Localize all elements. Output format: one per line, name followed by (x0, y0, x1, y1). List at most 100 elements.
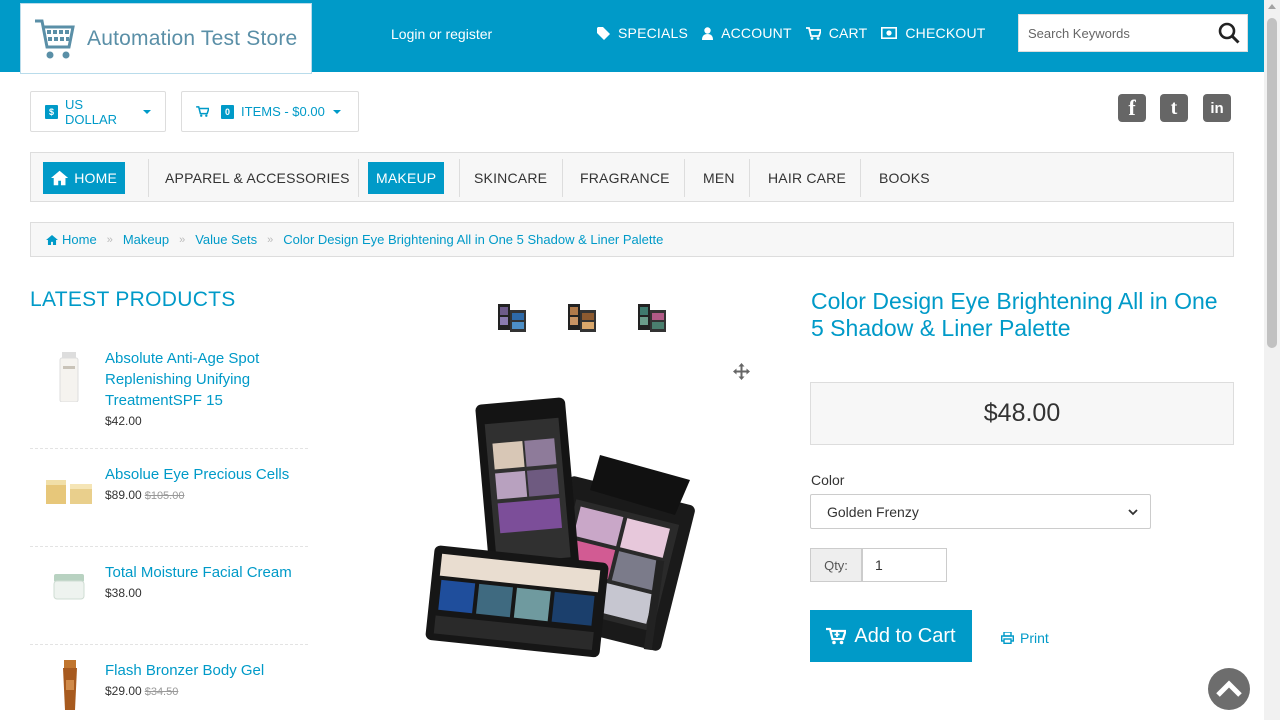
old-price: $34.50 (144, 686, 179, 698)
product-thumbnail[interactable] (60, 660, 80, 710)
chevron-down-icon (332, 109, 341, 114)
product-price: $29.00 $34.50 (105, 684, 178, 698)
nav-divider (358, 159, 359, 197)
search-input[interactable] (1019, 25, 1211, 41)
nav-divider (684, 159, 685, 197)
cart-label: CART (828, 25, 868, 41)
search-button[interactable] (1211, 15, 1247, 51)
nav-divider (749, 159, 750, 197)
print-link[interactable]: Print (1001, 630, 1049, 646)
chevron-down-icon (143, 109, 151, 114)
nav-apparel[interactable]: APPAREL & ACCESSORIES (165, 162, 350, 194)
quantity-input[interactable]: 1 (862, 548, 947, 582)
nav-hair-care[interactable]: HAIR CARE (768, 162, 846, 194)
product-thumbnail-1[interactable] (496, 302, 528, 336)
color-select[interactable]: Golden Frenzy (810, 494, 1151, 529)
breadcrumb: Home » Makeup » Value Sets » Color Desig… (30, 222, 1234, 257)
nav-home-label: HOME (74, 170, 117, 186)
nav-books[interactable]: BOOKS (879, 162, 930, 194)
move-arrows-icon[interactable] (733, 363, 750, 380)
list-item[interactable]: Total Moisture Facial Cream $38.00 (30, 562, 308, 642)
add-to-cart-button[interactable]: Add to Cart (810, 610, 972, 662)
product-price-box: $48.00 (810, 382, 1234, 445)
currency-dropdown[interactable]: $ US DOLLAR (30, 91, 166, 132)
specials-link[interactable]: SPECIALS (597, 25, 688, 41)
current-price: $89.00 (105, 488, 142, 502)
nav-divider (148, 159, 149, 197)
latest-products-title: LATEST PRODUCTS (30, 288, 236, 311)
current-price: $29.00 (105, 684, 142, 698)
product-price: $42.00 (105, 414, 142, 428)
chevron-right-icon: » (267, 233, 274, 246)
product-thumbnail[interactable] (44, 474, 96, 506)
list-item[interactable]: Absolue Eye Precious Cells $89.00 $105.00 (30, 464, 308, 544)
print-icon (1001, 632, 1014, 644)
checkout-link[interactable]: CHECKOUT (881, 25, 985, 41)
product-name-link[interactable]: Absolute Anti-Age Spot Replenishing Unif… (105, 348, 305, 411)
chevron-up-icon (1216, 680, 1242, 697)
list-item[interactable]: Flash Bronzer Body Gel $29.00 $34.50 (30, 660, 308, 720)
product-thumbnail-2[interactable] (566, 302, 598, 336)
product-main-image[interactable] (420, 395, 720, 685)
cart-summary-label: ITEMS - $0.00 (241, 104, 325, 119)
cart-dropdown[interactable]: 0 ITEMS - $0.00 (181, 91, 359, 132)
nav-men[interactable]: MEN (703, 162, 735, 194)
product-name-link[interactable]: Total Moisture Facial Cream (105, 562, 305, 583)
store-logo[interactable]: Automation Test Store (20, 3, 312, 74)
breadcrumb-current[interactable]: Color Design Eye Brightening All in One … (283, 232, 663, 247)
product-thumbnail[interactable] (54, 352, 84, 402)
cart-count-badge: 0 (221, 104, 235, 119)
nav-divider (860, 159, 861, 197)
product-thumbnail-3[interactable] (636, 302, 668, 336)
search-icon (1218, 22, 1240, 44)
nav-skincare[interactable]: SKINCARE (474, 162, 547, 194)
nav-home[interactable]: HOME (43, 162, 125, 194)
store-name: Automation Test Store (87, 26, 298, 50)
breadcrumb-makeup[interactable]: Makeup (123, 232, 169, 247)
color-label: Color (811, 472, 845, 488)
cart-link[interactable]: CART (805, 25, 868, 41)
login-register-link[interactable]: Login or register (391, 26, 492, 42)
chevron-down-icon (1128, 509, 1138, 516)
nav-divider (459, 159, 460, 197)
scroll-to-top-button[interactable] (1208, 668, 1250, 710)
chevron-right-icon: » (106, 233, 113, 246)
product-price: $38.00 (105, 586, 142, 600)
scroll-up-arrow-icon[interactable] (1268, 4, 1276, 9)
user-icon (702, 26, 714, 40)
list-divider (30, 644, 308, 645)
scrollbar-thumb[interactable] (1267, 18, 1277, 348)
twitter-icon[interactable]: t (1160, 94, 1188, 122)
nav-fragrance[interactable]: FRAGRANCE (580, 162, 670, 194)
color-select-value: Golden Frenzy (827, 503, 919, 520)
linkedin-icon[interactable]: in (1203, 94, 1231, 122)
product-price: $48.00 (983, 399, 1061, 427)
facebook-icon[interactable]: f (1118, 94, 1146, 122)
list-divider (30, 448, 308, 449)
nav-makeup[interactable]: MAKEUP (368, 162, 445, 194)
product-title: Color Design Eye Brightening All in One … (811, 288, 1218, 341)
currency-label: US DOLLAR (65, 96, 118, 127)
nav-divider (562, 159, 563, 197)
currency-symbol-badge: $ (45, 104, 59, 119)
qty-label: Qty: (810, 548, 862, 582)
page-scrollbar[interactable] (1264, 0, 1280, 720)
breadcrumb-home-label: Home (62, 232, 97, 247)
product-name-link[interactable]: Absolue Eye Precious Cells (105, 464, 305, 485)
account-label: ACCOUNT (721, 25, 792, 41)
list-item[interactable]: Absolute Anti-Age Spot Replenishing Unif… (30, 348, 308, 448)
product-name-link[interactable]: Flash Bronzer Body Gel (105, 660, 305, 681)
cart-plus-icon (826, 627, 847, 645)
product-price: $89.00 $105.00 (105, 488, 184, 502)
account-link[interactable]: ACCOUNT (702, 25, 792, 41)
print-label: Print (1020, 630, 1049, 646)
breadcrumb-value-sets[interactable]: Value Sets (195, 232, 257, 247)
product-thumbnail[interactable] (52, 568, 86, 602)
add-to-cart-label: Add to Cart (854, 624, 956, 647)
specials-label: SPECIALS (618, 25, 689, 41)
home-icon (51, 170, 69, 186)
checkout-label: CHECKOUT (905, 25, 986, 41)
list-divider (30, 546, 308, 547)
main-category-nav: HOME APPAREL & ACCESSORIES MAKEUP SKINCA… (30, 152, 1234, 202)
breadcrumb-home[interactable]: Home (46, 232, 97, 247)
